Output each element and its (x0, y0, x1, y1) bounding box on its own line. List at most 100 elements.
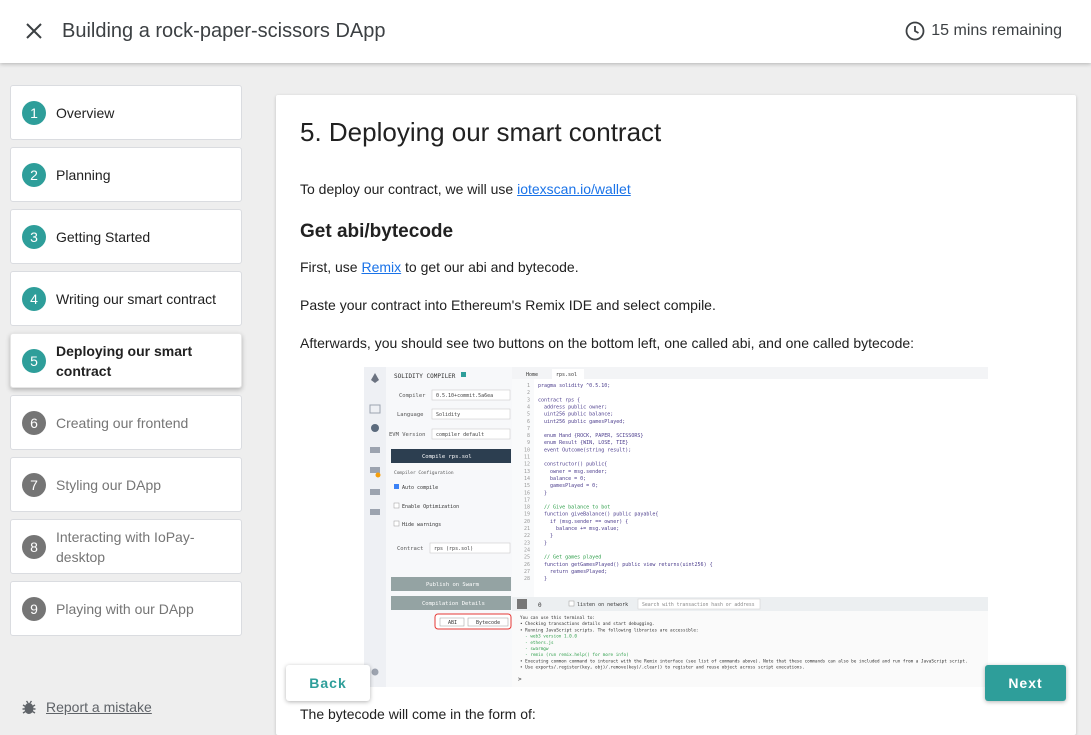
code-line-number: 5 (527, 412, 530, 418)
code-line-number: 26 (524, 562, 530, 568)
step-number-badge: 5 (22, 348, 46, 373)
code-line-number: 24 (524, 547, 530, 553)
step-number-badge: 3 (22, 224, 46, 249)
code-line-number: 12 (524, 462, 530, 468)
first-text-pre: First, use (300, 259, 362, 275)
back-button[interactable]: Back (286, 665, 370, 701)
code-line-number: 18 (524, 505, 530, 511)
paste-paragraph: Paste your contract into Ethereum's Remi… (300, 297, 716, 313)
code-line-text: enum Result {WIN, LOSE, TIE} (538, 440, 628, 446)
step-item-1[interactable]: 1 Overview (10, 85, 242, 140)
console-line: - swarmgw (520, 647, 549, 652)
afterwards-paragraph: Afterwards, you should see two buttons o… (300, 335, 915, 351)
step-item-4[interactable]: 4 Writing our smart contract (10, 271, 242, 326)
step-number-badge: 2 (22, 162, 46, 187)
next-button[interactable]: Next (985, 665, 1066, 701)
remix-link[interactable]: Remix (361, 259, 401, 275)
first-text-post: to get our abi and bytecode. (401, 259, 579, 275)
remix-enable-optimization: Enable Optimization (402, 504, 459, 510)
remix-compile-button: Compile rps.sol (422, 454, 472, 460)
code-line-text: enum Hand {ROCK, PAPER, SCISSORS} (538, 433, 643, 439)
code-line-text: balance = 0; (538, 476, 586, 482)
step-item-2[interactable]: 2 Planning (10, 147, 242, 202)
code-line-number: 9 (527, 440, 530, 446)
code-line-number: 22 (524, 533, 530, 539)
bug-icon (22, 700, 36, 714)
code-line-text: if (msg.sender == owner) { (538, 519, 628, 525)
top-bar: Building a rock-paper-scissors DApp 15 m… (0, 0, 1091, 63)
remix-language-label: Language (397, 412, 424, 418)
code-line-number: 11 (524, 455, 530, 461)
code-line-text: balance += msg.value; (538, 526, 619, 532)
code-line-text: } (538, 533, 553, 539)
remix-compiler-value: 0.5.10+commit.5a6ea (436, 393, 493, 399)
code-line-number: 3 (527, 397, 530, 403)
code-line-number: 15 (524, 483, 530, 489)
remix-ide-image: SOLIDITY COMPILER Compiler 0.5.10+commit… (364, 367, 988, 687)
code-line-number: 25 (524, 555, 530, 561)
code-line-number: 21 (524, 526, 530, 532)
remix-tab-home: Home (526, 372, 538, 378)
code-line-text: uint256 public gamesPlayed; (538, 419, 625, 425)
code-line-number: 1 (527, 383, 530, 389)
remix-compiler-label: Compiler (399, 393, 426, 399)
step-number-badge: 4 (22, 286, 46, 311)
console-line: - remix (run remix.help() for more info) (520, 652, 629, 658)
step-label: Playing with our DApp (56, 600, 194, 617)
code-line-text: // Get games played (538, 555, 601, 561)
intro-paragraph: To deploy our contract, we will use iote… (300, 179, 631, 199)
remix-search-placeholder: Search with transaction hash or address (642, 602, 755, 608)
step-item-6[interactable]: 6 Creating our frontend (10, 395, 242, 450)
abi-bytecode-heading: Get abi/bytecode (300, 221, 454, 242)
code-line-number: 13 (524, 469, 530, 475)
code-line-text: function giveBalance() public payable{ (538, 512, 658, 518)
step-item-8[interactable]: 8 Interacting with IoPay-desktop (10, 519, 242, 574)
step-item-9[interactable]: 9 Playing with our DApp (10, 581, 242, 636)
code-line-number: 4 (527, 404, 530, 410)
steps-sidebar: 1 Overview 2 Planning 3 Getting Started 4 Writi… (10, 85, 242, 643)
code-line-text: owner = msg.sender; (538, 469, 607, 475)
code-line-text: function getGamesPlayed() public view re… (538, 562, 713, 568)
remix-bytecode-button: Bytecode (476, 620, 500, 626)
remix-publish-button: Publish on Swarm (426, 582, 480, 588)
code-line-text: contract rps { (538, 397, 580, 403)
code-line-text: return gamesPlayed; (538, 569, 607, 575)
console-line: • Executing common command to interact w… (520, 658, 968, 664)
step-item-3[interactable]: 3 Getting Started (10, 209, 242, 264)
iotexscan-link[interactable]: iotexscan.io/wallet (517, 181, 631, 197)
step-label: Deploying our smart contract (56, 342, 193, 379)
step-item-5[interactable]: 5 Deploying our smart contract (10, 333, 242, 388)
code-line-number: 8 (527, 433, 530, 439)
code-line-number: 27 (524, 569, 530, 575)
report-mistake-label: Report a mistake (46, 699, 152, 715)
remix-hide-warnings: Hide warnings (402, 522, 441, 528)
code-line-number: 7 (527, 426, 530, 432)
code-line-number: 10 (524, 447, 530, 453)
code-line-text: } (538, 576, 547, 582)
code-line-text: event Outcome(string result); (538, 447, 631, 453)
time-remaining-label: 15 mins remaining (931, 22, 1062, 39)
remix-contract-label: Contract (397, 546, 424, 552)
code-line-number: 14 (524, 476, 530, 482)
step-number-badge: 1 (22, 100, 46, 125)
remix-language-value: Solidity (436, 412, 460, 418)
code-line-number: 16 (524, 490, 530, 496)
step-label: Interacting with IoPay-desktop (56, 528, 195, 565)
remix-listen-label: listen on network (577, 602, 628, 608)
code-line-text: } (538, 540, 547, 546)
step-label: Styling our DApp (56, 476, 162, 493)
code-line-text: gamesPlayed = 0; (538, 483, 598, 489)
code-line-number: 20 (524, 519, 530, 525)
step-number-badge: 8 (22, 534, 46, 559)
remix-screenshot: SOLIDITY COMPILER Compiler 0.5.10+commit… (364, 367, 988, 687)
bytecode-paragraph: The bytecode will come in the form of: (300, 706, 536, 722)
code-line-number: 17 (524, 497, 530, 503)
section-heading: 5. Deploying our smart contract (300, 117, 662, 147)
code-line-number: 28 (524, 576, 530, 582)
report-mistake-link[interactable]: Report a mistake (20, 698, 152, 716)
step-item-7[interactable]: 7 Styling our DApp (10, 457, 242, 512)
close-icon[interactable] (22, 19, 46, 43)
console-line: You can use this terminal to: (520, 615, 595, 621)
remix-auto-compile: Auto compile (402, 485, 438, 491)
console-line: • Checking transactions details and star… (520, 621, 655, 627)
